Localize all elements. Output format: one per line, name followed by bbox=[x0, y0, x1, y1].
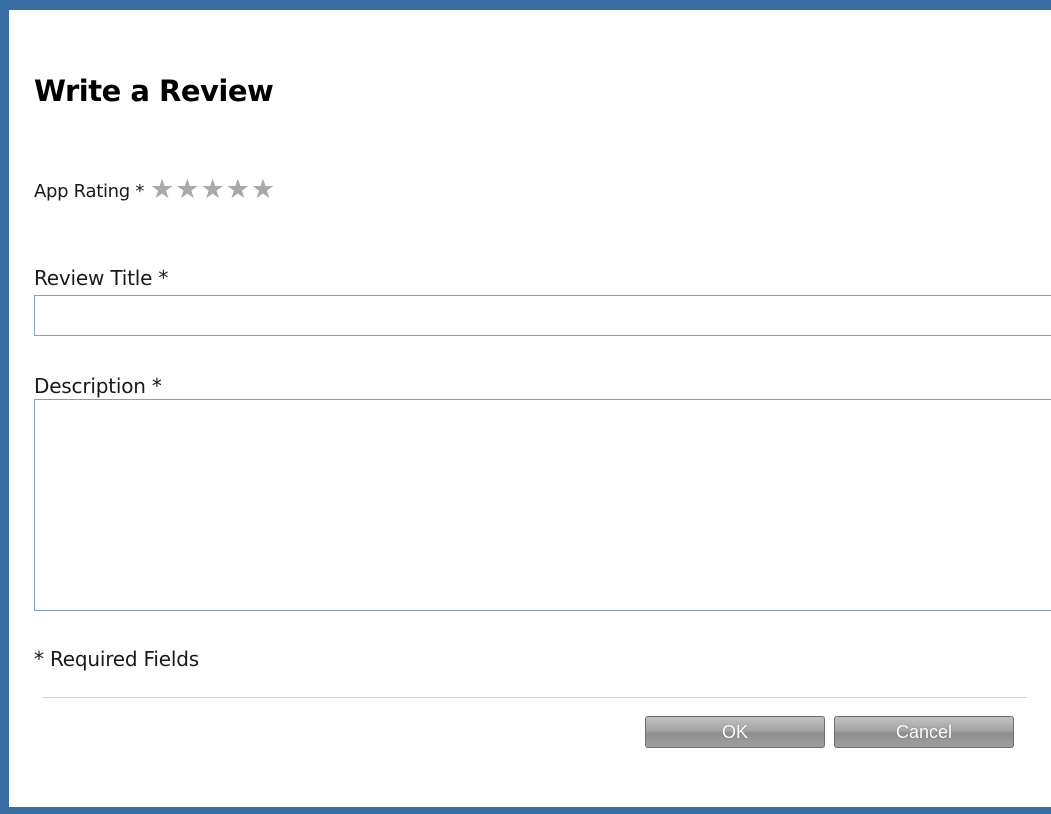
star-rating[interactable]: ★ ★ ★ ★ ★ bbox=[150, 175, 276, 204]
description-label: Description * bbox=[34, 374, 162, 398]
dialog-title: Write a Review bbox=[34, 74, 274, 108]
required-fields-note: * Required Fields bbox=[34, 647, 199, 671]
star-icon[interactable]: ★ bbox=[200, 175, 224, 204]
star-icon[interactable]: ★ bbox=[251, 175, 275, 204]
star-icon[interactable]: ★ bbox=[226, 175, 250, 204]
star-icon[interactable]: ★ bbox=[150, 175, 174, 204]
ok-button[interactable]: OK bbox=[645, 716, 825, 748]
cancel-button[interactable]: Cancel bbox=[834, 716, 1014, 748]
review-title-input[interactable] bbox=[34, 295, 1051, 336]
app-rating-label: App Rating * bbox=[34, 180, 145, 202]
footer-divider bbox=[42, 697, 1027, 698]
write-review-dialog: Write a Review App Rating * ★ ★ ★ ★ ★ Review… bbox=[9, 10, 1051, 807]
description-textarea[interactable] bbox=[34, 399, 1051, 611]
app-rating-row: App Rating * ★ ★ ★ ★ ★ bbox=[34, 175, 276, 206]
star-icon[interactable]: ★ bbox=[175, 175, 199, 204]
review-title-label: Review Title * bbox=[34, 266, 169, 290]
